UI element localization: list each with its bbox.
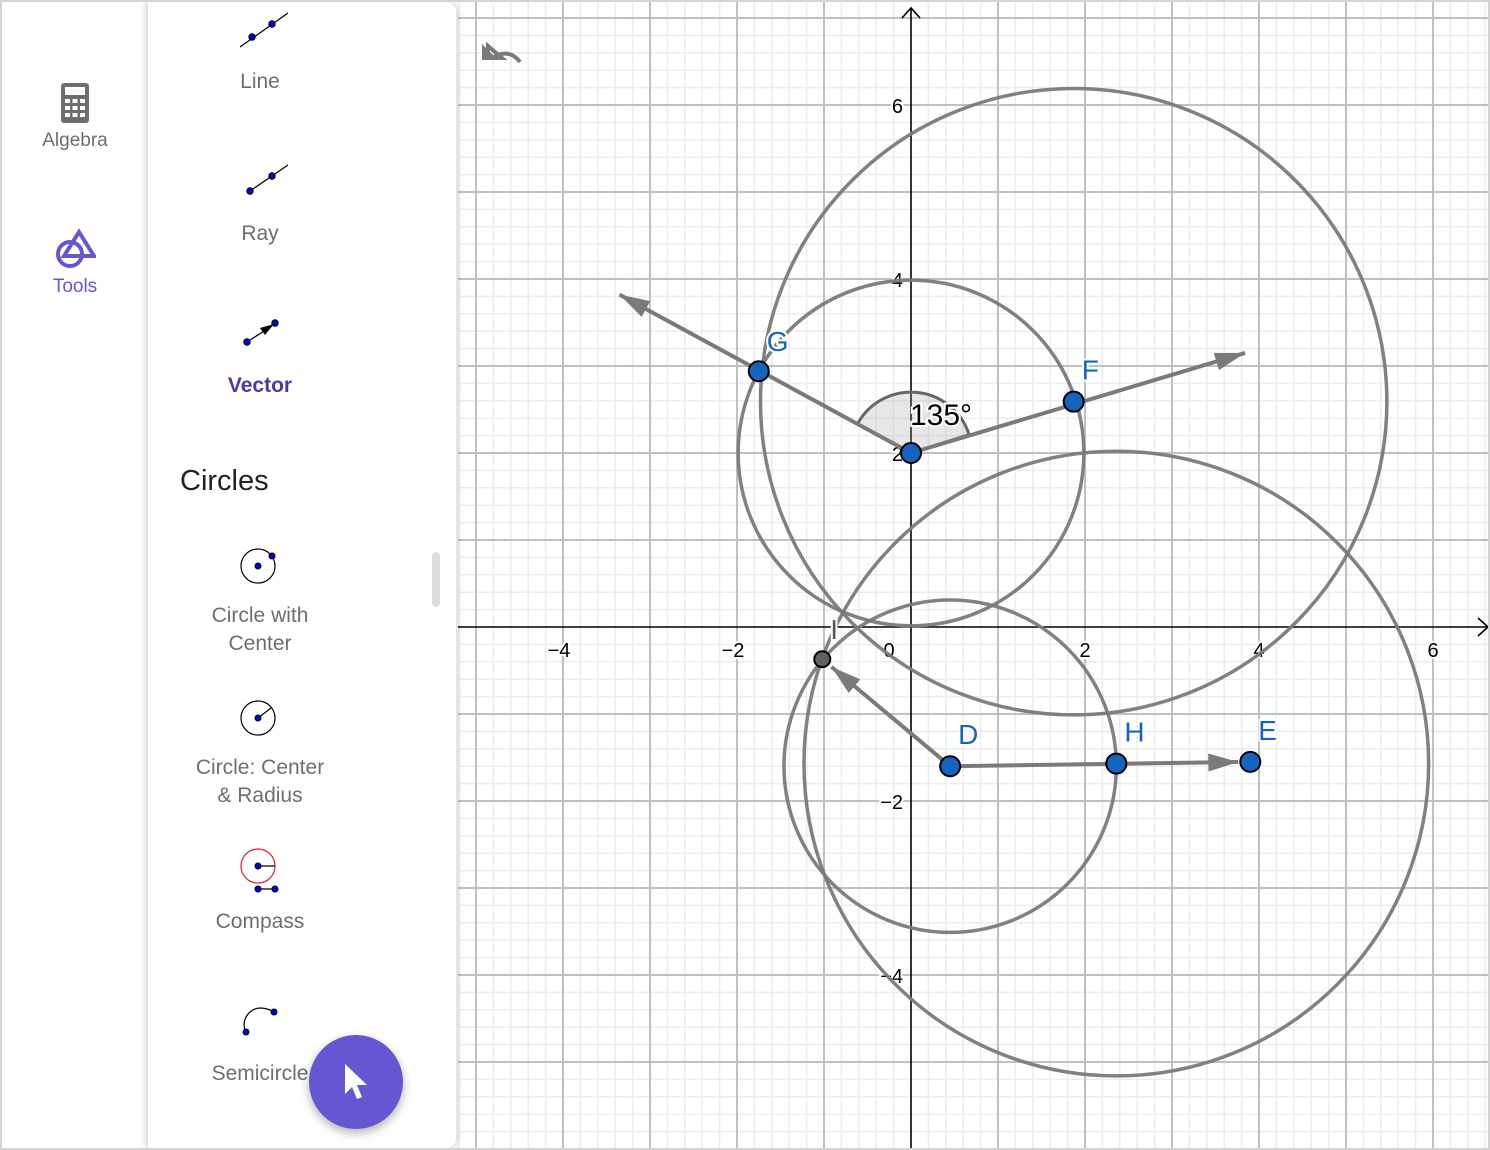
y-tick-label: −2 — [880, 792, 903, 814]
circle-center-radius-icon — [240, 700, 276, 736]
tool-label: Ray — [241, 222, 279, 245]
x-tick-label: 6 — [1427, 640, 1438, 662]
vector-de-arrowhead — [1208, 753, 1239, 772]
point-i[interactable] — [813, 650, 832, 669]
tool-ray[interactable]: Ray — [148, 162, 372, 248]
tool-label: Center — [228, 632, 292, 655]
semicircle-icon — [242, 1007, 278, 1036]
tool-circle-with-center[interactable]: Circle with Center — [148, 546, 372, 658]
vector-tool-icon — [243, 319, 279, 346]
tool-circle-center-radius[interactable]: Circle: Center & Radius — [148, 698, 372, 810]
ray-cf-arrowhead — [1213, 352, 1246, 371]
tool-label: & Radius — [217, 784, 303, 807]
app-frame: −4 −2 0 2 4 6 −4 −2 2 4 6 135° G F D H E I Algebra — [0, 0, 1490, 1150]
y-tick-label: 6 — [892, 96, 903, 118]
point-e[interactable] — [1239, 750, 1262, 773]
tool-line[interactable]: Line — [148, 10, 372, 96]
tool-label: Line — [240, 70, 280, 93]
line-tool-icon — [239, 12, 289, 48]
tool-vector[interactable]: Vector — [148, 314, 372, 400]
section-title-circles: Circles — [180, 465, 269, 497]
tools-panel-scrollbar[interactable] — [432, 552, 440, 607]
point-d[interactable] — [939, 755, 962, 778]
point-f[interactable] — [1062, 390, 1085, 413]
point-c[interactable] — [900, 442, 922, 464]
tool-compass[interactable]: Compass — [148, 848, 372, 936]
tool-label: Compass — [215, 910, 305, 933]
tool-label: Circle: Center — [195, 756, 325, 779]
move-tool-button[interactable] — [309, 1035, 403, 1129]
x-tick-label: −4 — [548, 640, 571, 662]
ray-tool-icon — [246, 164, 289, 195]
move-pointer-icon — [345, 1064, 367, 1099]
point-label-h: H — [1124, 717, 1144, 748]
point-label-i: I — [830, 614, 838, 645]
undo-button[interactable] — [480, 40, 526, 70]
point-label-f: F — [1082, 355, 1099, 386]
circle-with-center-icon — [240, 548, 276, 584]
point-h[interactable] — [1105, 752, 1128, 775]
angle-label: 135° — [910, 399, 972, 432]
compass-icon — [240, 848, 279, 893]
point-label-d: D — [958, 719, 978, 750]
point-label-g: G — [767, 326, 789, 357]
x-tick-label: 2 — [1079, 640, 1090, 662]
undo-icon — [482, 41, 522, 64]
tool-label: Vector — [227, 374, 293, 397]
x-tick-label: −2 — [722, 640, 745, 662]
tools-panel: Line Ray Vector Circles Circle with Cent… — [148, 2, 456, 1148]
point-label-e: E — [1258, 715, 1277, 746]
point-g[interactable] — [747, 360, 770, 383]
tool-label: Circle with — [211, 604, 309, 627]
